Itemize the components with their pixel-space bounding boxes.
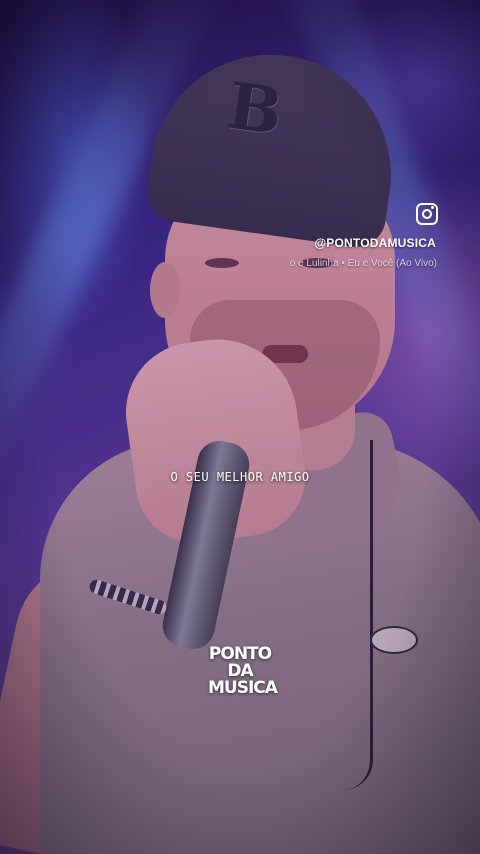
channel-logo: PONTO DA MUSICA	[208, 644, 278, 698]
video-frame: B @PONTODAMUSICA o e Lulinha • Eu e Você…	[0, 0, 480, 854]
logo-line-2: MUSICA	[208, 678, 278, 698]
instagram-icon	[416, 203, 438, 225]
lyric-caption: O SEU MELHOR AMIGO	[170, 470, 310, 484]
logo-line-1: PONTO DA	[208, 644, 272, 681]
account-handle: @PONTODAMUSICA	[314, 236, 436, 250]
color-overlay	[0, 0, 480, 854]
track-title: o e Lulinha • Eu e Você (Ao Vivo)	[289, 258, 437, 269]
